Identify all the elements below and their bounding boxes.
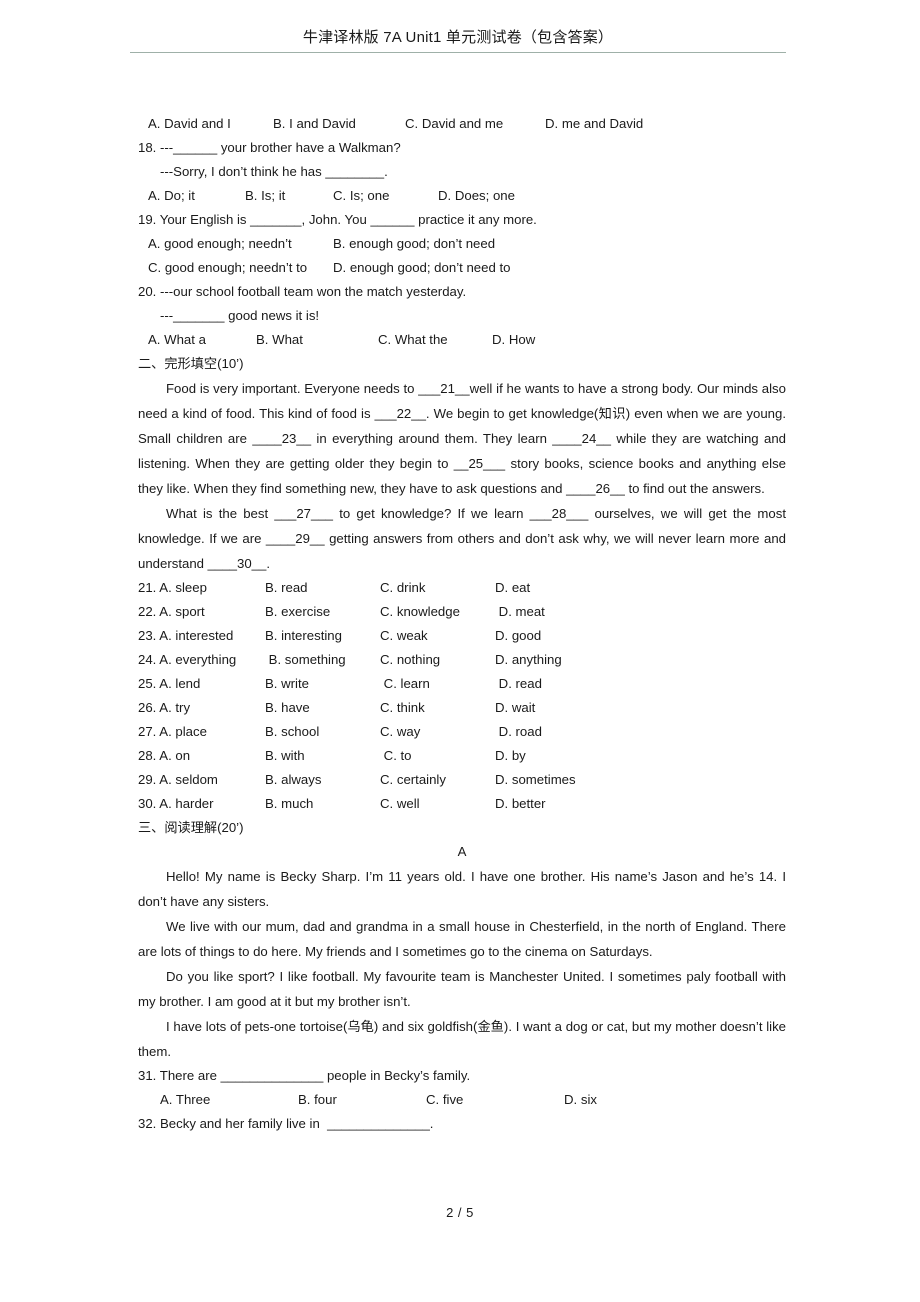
option-d[interactable]: D. by <box>495 744 526 768</box>
cloze-option-row: 25. A. lend B. write C. learn D. read <box>138 672 786 696</box>
option-c[interactable]: C. knowledge <box>380 600 495 624</box>
option-d[interactable]: D. read <box>495 672 542 696</box>
option-d[interactable]: D. How <box>492 328 535 352</box>
option-a[interactable]: 22. A. sport <box>138 600 265 624</box>
option-a[interactable]: 21. A. sleep <box>138 576 265 600</box>
option-d[interactable]: D. six <box>564 1088 597 1112</box>
option-c[interactable]: C. weak <box>380 624 495 648</box>
option-d[interactable]: D. road <box>495 720 542 744</box>
cloze-option-row: 28. A. on B. with C. to D. by <box>138 744 786 768</box>
cloze-option-row: 29. A. seldom B. always C. certainly D. … <box>138 768 786 792</box>
question-17-options: A. David and I B. I and David C. David a… <box>138 112 786 136</box>
question-31-options: A. Three B. four C. five D. six <box>138 1088 786 1112</box>
option-c[interactable]: C. learn <box>380 672 495 696</box>
option-d[interactable]: D. anything <box>495 648 562 672</box>
option-b[interactable]: B. I and David <box>273 112 405 136</box>
option-b[interactable]: B. have <box>265 696 380 720</box>
question-20-options: A. What a B. What C. What the D. How <box>138 328 786 352</box>
option-d[interactable]: D. good <box>495 624 541 648</box>
question-20-reply: ---_______ good news it is! <box>160 308 320 323</box>
option-a[interactable]: A. David and I <box>138 112 273 136</box>
option-a[interactable]: 24. A. everything <box>138 648 265 672</box>
option-b[interactable]: B. school <box>265 720 380 744</box>
option-a[interactable]: A. Three <box>138 1088 298 1112</box>
question-19-stem: 19. Your English is _______, John. You _… <box>138 212 537 227</box>
cloze-option-row: 24. A. everything B. something C. nothin… <box>138 648 786 672</box>
option-b[interactable]: B. with <box>265 744 380 768</box>
option-b[interactable]: B. enough good; don’t need <box>333 232 495 256</box>
option-c[interactable]: C. to <box>380 744 495 768</box>
option-d[interactable]: D. Does; one <box>438 184 515 208</box>
option-a[interactable]: 25. A. lend <box>138 672 265 696</box>
option-b[interactable]: B. What <box>256 328 378 352</box>
question-20-stem: 20. ---our school football team won the … <box>138 284 467 299</box>
option-c[interactable]: C. What the <box>378 328 492 352</box>
option-a[interactable]: 23. A. interested <box>138 624 265 648</box>
option-a[interactable]: 26. A. try <box>138 696 265 720</box>
reading-paragraph-2: We live with our mum, dad and grandma in… <box>138 919 786 959</box>
question-18-reply: ---Sorry, I don’t think he has ________. <box>160 164 388 179</box>
option-d[interactable]: D. eat <box>495 576 530 600</box>
option-a[interactable]: 28. A. on <box>138 744 265 768</box>
question-19-options-row-2: C. good enough; needn’t to D. enough goo… <box>138 256 786 280</box>
section-heading-cloze: 二、完形填空(10’) <box>138 356 244 371</box>
option-d[interactable]: D. sometimes <box>495 768 576 792</box>
cloze-paragraph-1: Food is very important. Everyone needs t… <box>138 381 786 496</box>
option-a[interactable]: A. What a <box>138 328 256 352</box>
option-c[interactable]: C. drink <box>380 576 495 600</box>
question-19-options-row-1: A. good enough; needn’t B. enough good; … <box>138 232 786 256</box>
option-b[interactable]: B. four <box>298 1088 426 1112</box>
question-31-stem: 31. There are ______________ people in B… <box>138 1068 471 1083</box>
option-c[interactable]: C. way <box>380 720 495 744</box>
option-a[interactable]: 27. A. place <box>138 720 265 744</box>
reading-paragraph-4: I have lots of pets-one tortoise(乌龟) and… <box>138 1019 786 1059</box>
option-b[interactable]: B. exercise <box>265 600 380 624</box>
option-c[interactable]: C. certainly <box>380 768 495 792</box>
option-b[interactable]: B. interesting <box>265 624 380 648</box>
option-b[interactable]: B. Is; it <box>245 184 333 208</box>
option-d[interactable]: D. enough good; don’t need to <box>333 256 510 280</box>
cloze-option-row: 27. A. place B. school C. way D. road <box>138 720 786 744</box>
option-c[interactable]: C. nothing <box>380 648 495 672</box>
option-c[interactable]: C. good enough; needn’t to <box>138 256 333 280</box>
question-18-stem: 18. ---______ your brother have a Walkma… <box>138 140 401 155</box>
cloze-option-row: 21. A. sleep B. read C. drink D. eat <box>138 576 786 600</box>
cloze-options-list: 21. A. sleep B. read C. drink D. eat 22.… <box>138 576 786 816</box>
document-page: 牛津译林版 7A Unit1 单元测试卷（包含答案） A. David and … <box>0 0 920 1302</box>
option-b[interactable]: B. always <box>265 768 380 792</box>
option-c[interactable]: C. David and me <box>405 112 545 136</box>
option-b[interactable]: B. write <box>265 672 380 696</box>
option-c[interactable]: C. five <box>426 1088 564 1112</box>
option-b[interactable]: B. read <box>265 576 380 600</box>
option-d[interactable]: D. wait <box>495 696 535 720</box>
cloze-paragraph-2: What is the best ___27___ to get knowled… <box>138 506 786 571</box>
option-a[interactable]: 29. A. seldom <box>138 768 265 792</box>
option-c[interactable]: C. think <box>380 696 495 720</box>
option-a[interactable]: A. good enough; needn’t <box>138 232 333 256</box>
option-b[interactable]: B. something <box>265 648 380 672</box>
question-32-stem: 32. Becky and her family live in _______… <box>138 1116 434 1131</box>
document-body: A. David and I B. I and David C. David a… <box>138 112 786 1136</box>
option-c[interactable]: C. Is; one <box>333 184 438 208</box>
cloze-option-row: 26. A. try B. have C. think D. wait <box>138 696 786 720</box>
passage-label-a: A <box>457 844 467 859</box>
reading-paragraph-3: Do you like sport? I like football. My f… <box>138 969 786 1009</box>
cloze-option-row: 22. A. sport B. exercise C. knowledge D.… <box>138 600 786 624</box>
option-d[interactable]: D. better <box>495 792 546 816</box>
option-b[interactable]: B. much <box>265 792 380 816</box>
option-d[interactable]: D. me and David <box>545 112 643 136</box>
section-heading-reading: 三、阅读理解(20’) <box>138 820 244 835</box>
option-a[interactable]: 30. A. harder <box>138 792 265 816</box>
page-number-footer: 2 / 5 <box>446 1205 474 1220</box>
reading-paragraph-1: Hello! My name is Becky Sharp. I’m 11 ye… <box>138 869 786 909</box>
option-c[interactable]: C. well <box>380 792 495 816</box>
cloze-option-row: 30. A. harder B. much C. well D. better <box>138 792 786 816</box>
cloze-option-row: 23. A. interested B. interesting C. weak… <box>138 624 786 648</box>
document-header-title: 牛津译林版 7A Unit1 单元测试卷（包含答案） <box>130 26 786 53</box>
option-a[interactable]: A. Do; it <box>138 184 245 208</box>
option-d[interactable]: D. meat <box>495 600 545 624</box>
question-18-options: A. Do; it B. Is; it C. Is; one D. Does; … <box>138 184 786 208</box>
